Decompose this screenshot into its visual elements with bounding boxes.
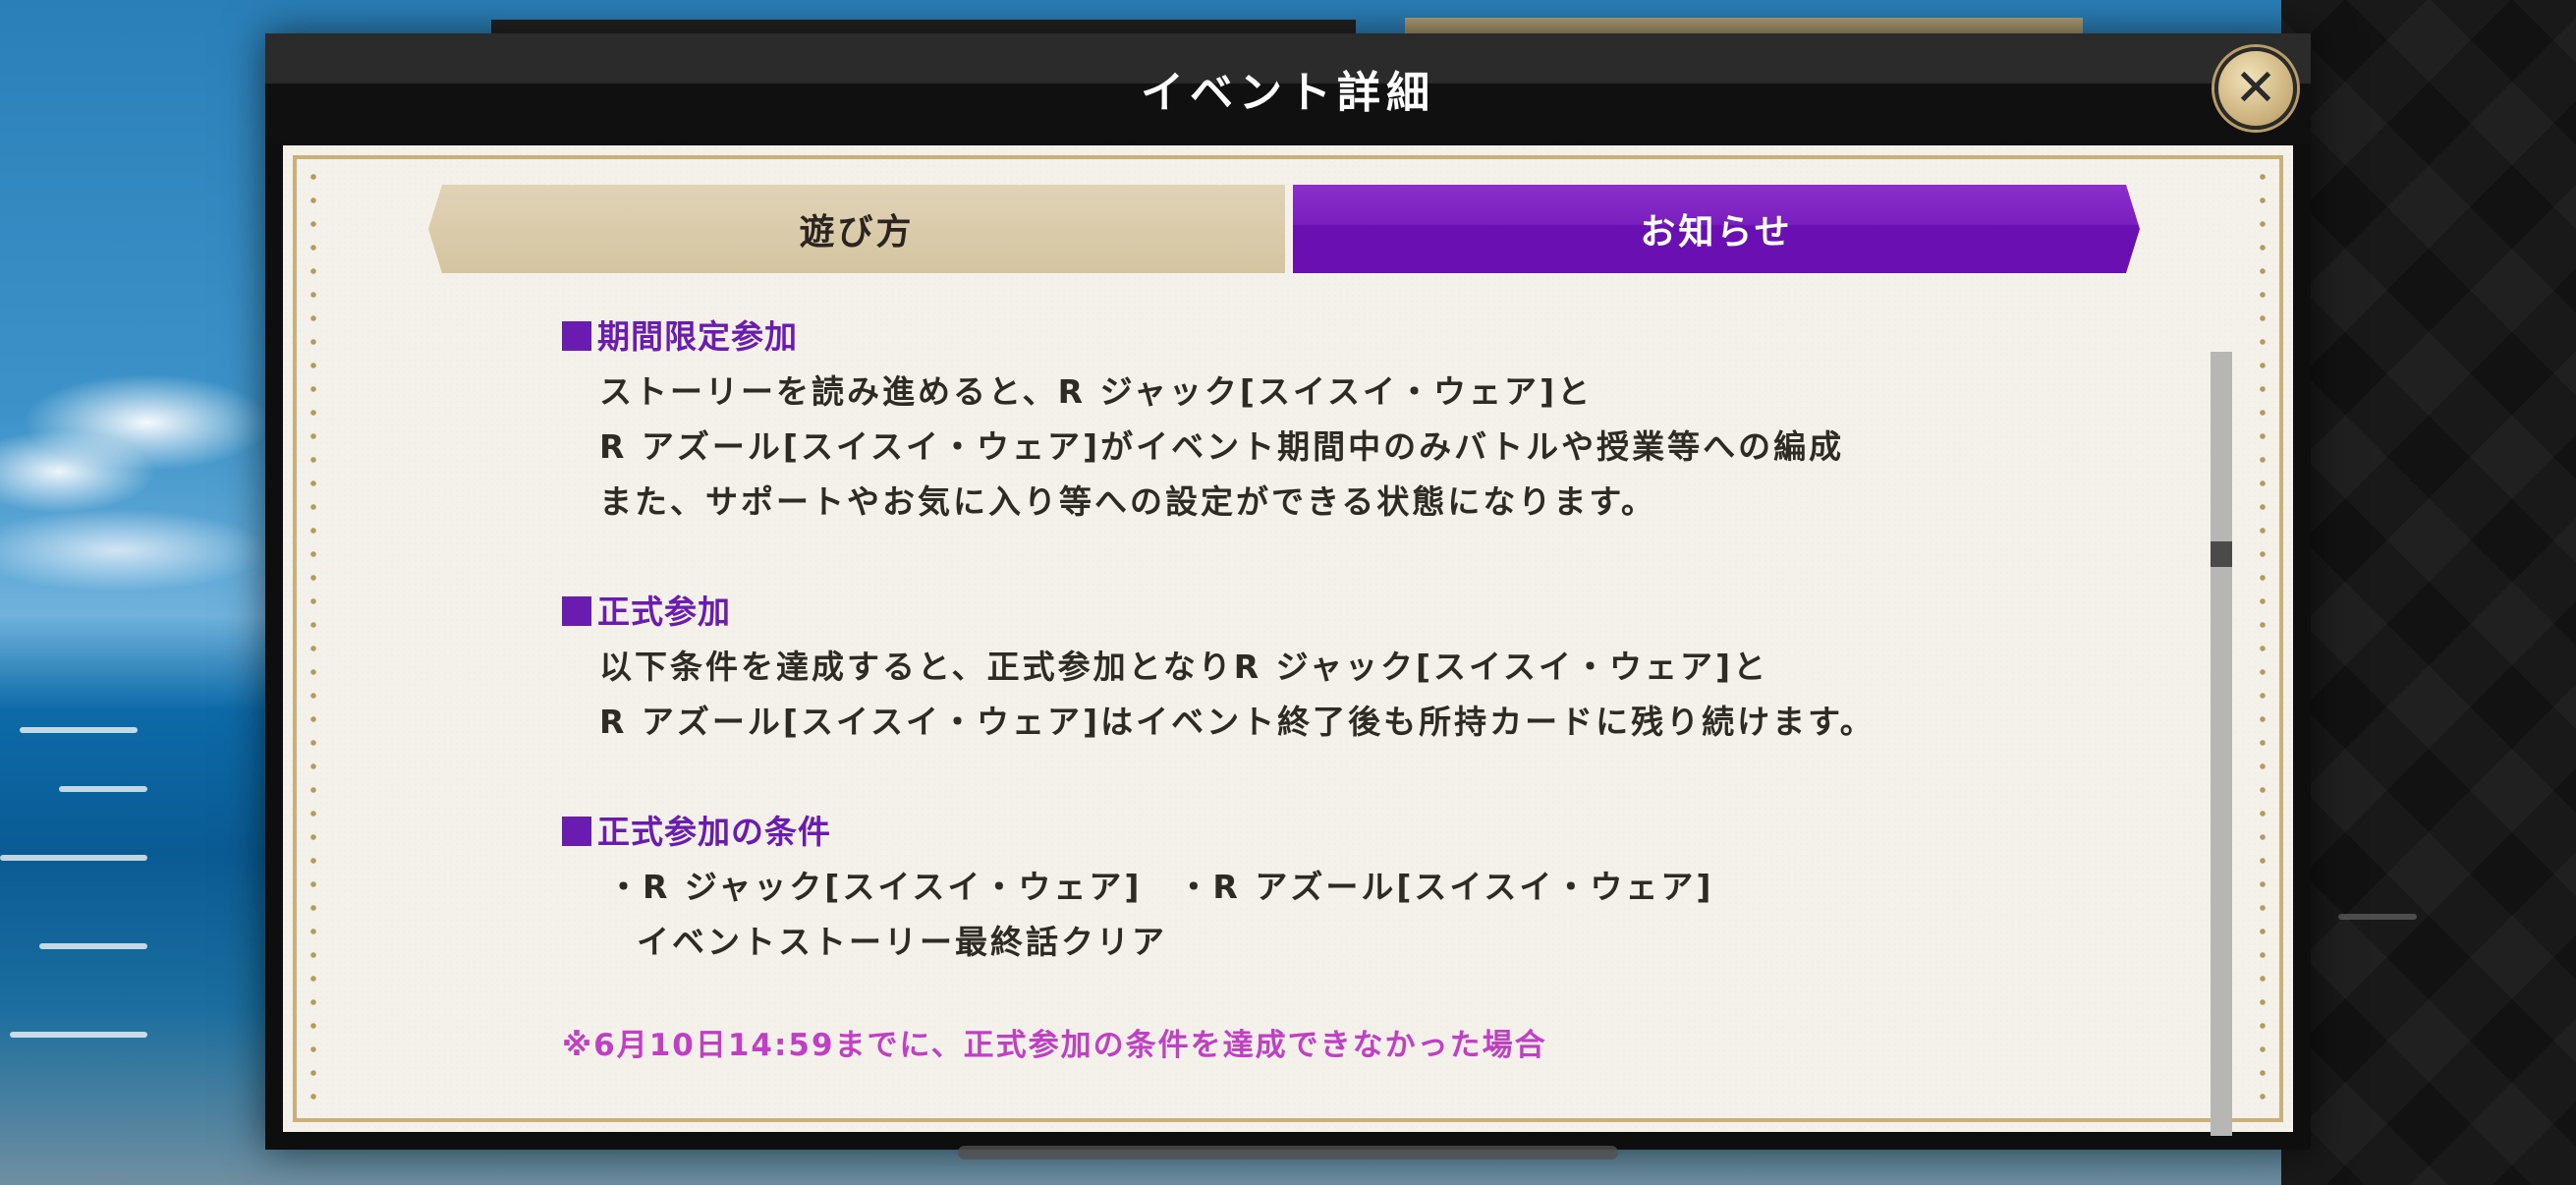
section-title-text: 正式参加の条件 <box>597 813 831 851</box>
content-panel: 遊び方 お知らせ 期間限定参加 ストーリーを読み進めると、R ジャック[スイスイ… <box>283 145 2293 1136</box>
section-title-text: 期間限定参加 <box>597 317 798 356</box>
tab-label: 遊び方 <box>799 212 915 253</box>
square-bullet-icon <box>562 596 591 626</box>
tab-news[interactable]: お知らせ <box>1293 185 2140 273</box>
scrollbar-track[interactable] <box>2211 352 2232 1136</box>
tab-how-to-play[interactable]: 遊び方 <box>428 185 1285 273</box>
body-line: R アズール[スイスイ・ウェア]がイベント期間中のみバトルや授業等への編成 <box>599 427 1845 466</box>
section-title-text: 正式参加 <box>597 592 731 631</box>
body-line: ・R ジャック[スイスイ・ウェア] ・R アズール[スイスイ・ウェア] <box>607 868 1714 906</box>
square-bullet-icon <box>562 321 591 351</box>
background-pattern <box>2281 0 2576 1185</box>
dotted-border-left <box>310 165 316 1112</box>
close-icon: ✕ <box>2234 59 2277 118</box>
section-title: 期間限定参加 <box>562 310 798 358</box>
modal-title: イベント詳細 <box>1141 68 1435 118</box>
wave <box>59 786 147 792</box>
wave <box>39 943 147 949</box>
event-detail-modal: イベント詳細 ✕ 遊び方 お知らせ 期間限定参加 ストーリーを読み進めると、R … <box>265 33 2311 1150</box>
body-line: 以下条件を達成すると、正式参加となりR ジャック[スイスイ・ウェア]と <box>599 648 1769 686</box>
news-content: 期間限定参加 ストーリーを読み進めると、R ジャック[スイスイ・ウェア]と R … <box>562 310 2016 1116</box>
body-line: また、サポートやお気に入り等への設定ができる状態になります。 <box>599 482 1657 521</box>
section-title: 正式参加 <box>562 586 731 633</box>
home-indicator <box>958 1146 1618 1159</box>
deadline-note: ※6月10日14:59までに、正式参加の条件を達成できなかった場合 <box>562 1028 1547 1063</box>
dotted-border-right <box>2260 165 2266 1112</box>
body-line: イベントストーリー最終話クリア <box>637 923 1167 961</box>
wave <box>2338 914 2417 920</box>
section-title: 正式参加の条件 <box>562 806 831 853</box>
square-bullet-icon <box>562 817 591 846</box>
close-button[interactable]: ✕ <box>2214 47 2297 130</box>
body-line: ストーリーを読み進めると、R ジャック[スイスイ・ウェア]と <box>599 372 1594 411</box>
wave <box>0 855 147 861</box>
wave <box>20 727 138 733</box>
wave <box>10 1032 147 1038</box>
tab-label: お知らせ <box>1640 212 1793 253</box>
body-line: R アズール[スイスイ・ウェア]はイベント終了後も所持カードに残り続けます。 <box>599 703 1876 741</box>
scrollbar-thumb[interactable] <box>2211 541 2232 567</box>
